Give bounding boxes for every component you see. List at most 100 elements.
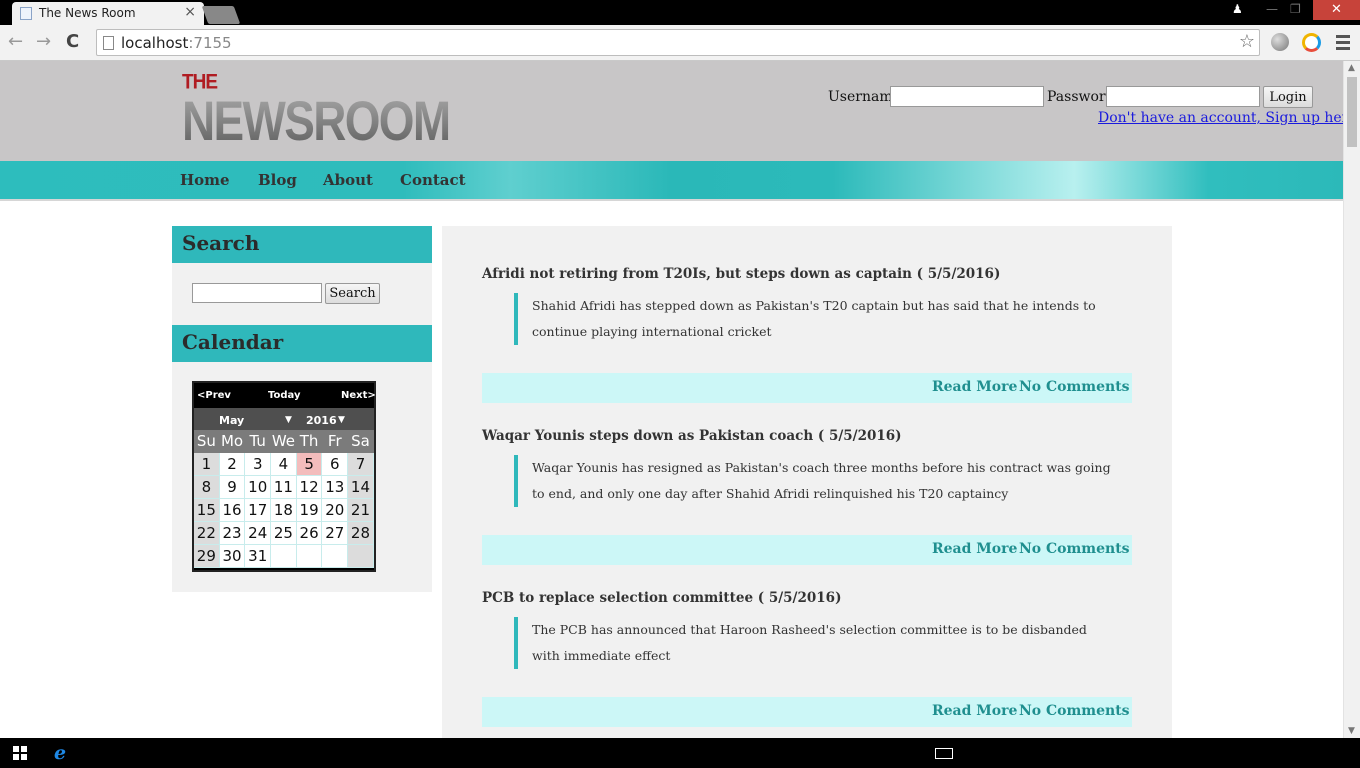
scroll-down-icon[interactable]: ▼: [1348, 726, 1355, 736]
read-more-link[interactable]: Read More: [932, 703, 1017, 719]
calendar-prev[interactable]: <Prev: [197, 390, 231, 401]
calendar-day[interactable]: 8: [194, 476, 220, 499]
site-logo[interactable]: THE NEWSROOM: [182, 72, 508, 150]
calendar-day[interactable]: 23: [219, 522, 246, 545]
bookmark-star-icon[interactable]: ☆: [1239, 31, 1255, 52]
password-input[interactable]: [1106, 86, 1260, 107]
calendar-day[interactable]: 21: [348, 499, 374, 522]
read-more-link[interactable]: Read More: [932, 379, 1017, 395]
year-select[interactable]: 2016: [306, 414, 337, 427]
calendar-day[interactable]: 3: [245, 453, 272, 476]
nav-contact[interactable]: Contact: [400, 171, 466, 189]
username-input[interactable]: [890, 86, 1044, 107]
extension-globe-icon[interactable]: [1271, 33, 1289, 51]
calendar-day[interactable]: 29: [194, 545, 220, 568]
calendar-empty-cell: [348, 545, 374, 568]
weekday-label: Fr: [322, 430, 349, 453]
articles-list: Afridi not retiring from T20Is, but step…: [442, 226, 1172, 738]
calendar-empty-cell: [296, 545, 323, 568]
extension-player-icon[interactable]: [1302, 33, 1321, 52]
windows-start-icon[interactable]: [13, 746, 27, 760]
calendar-week-row: 29 30 31: [194, 545, 374, 568]
article-title[interactable]: PCB to replace selection committee ( 5/5…: [482, 590, 841, 606]
calendar-day[interactable]: 6: [322, 453, 349, 476]
scroll-up-icon[interactable]: ▲: [1348, 63, 1355, 73]
calendar-next[interactable]: Next>: [341, 390, 376, 401]
password-label: Password: [1047, 89, 1115, 105]
read-more-link[interactable]: Read More: [932, 541, 1017, 557]
tab-close-icon[interactable]: ×: [184, 4, 196, 20]
calendar-day[interactable]: 25: [271, 522, 297, 545]
page-viewport: THE NEWSROOM Username Password Login Don…: [0, 61, 1343, 738]
article-title[interactable]: Waqar Younis steps down as Pakistan coac…: [482, 428, 902, 444]
tab-title: The News Room: [39, 6, 136, 20]
calendar-widget: <Prev Today Next> May ▼ 2016 ▼ Su Mo Tu We T…: [192, 381, 376, 572]
calendar-day[interactable]: 1: [194, 453, 220, 476]
weekday-label: Mo: [219, 430, 246, 453]
scroll-thumb[interactable]: [1347, 77, 1357, 147]
address-bar[interactable]: localhost:7155 ☆: [96, 29, 1260, 56]
close-window-button[interactable]: ✕: [1313, 0, 1360, 20]
forward-arrow-icon[interactable]: →: [36, 31, 51, 52]
calendar-day[interactable]: 4: [271, 453, 297, 476]
search-button[interactable]: Search: [325, 283, 380, 304]
signup-link[interactable]: Don't have an account, Sign up here!: [1098, 110, 1343, 126]
comments-link[interactable]: No Comments: [1019, 541, 1130, 557]
site-header: THE NEWSROOM Username Password Login Don…: [0, 61, 1343, 161]
new-tab-button[interactable]: [201, 6, 241, 24]
calendar-day[interactable]: 15: [194, 499, 220, 522]
calendar-day[interactable]: 28: [348, 522, 374, 545]
minimize-button[interactable]: —: [1266, 2, 1278, 16]
calendar-day[interactable]: 18: [271, 499, 297, 522]
page-icon: [103, 36, 114, 50]
internet-explorer-icon[interactable]: e: [54, 744, 66, 763]
calendar-day[interactable]: 17: [245, 499, 272, 522]
calendar-day[interactable]: 20: [322, 499, 349, 522]
calendar-day[interactable]: 9: [219, 476, 246, 499]
search-input[interactable]: [192, 283, 322, 303]
maximize-button[interactable]: ❐: [1290, 2, 1301, 16]
calendar-day[interactable]: 19: [296, 499, 323, 522]
weekday-label: Tu: [245, 430, 272, 453]
calendar-day[interactable]: 13: [322, 476, 349, 499]
nav-about[interactable]: About: [323, 171, 373, 189]
calendar-day[interactable]: 2: [219, 453, 246, 476]
page-scrollbar[interactable]: ▲ ▼: [1343, 61, 1360, 738]
calendar-empty-cell: [322, 545, 349, 568]
calendar-day[interactable]: 22: [194, 522, 220, 545]
article-title[interactable]: Afridi not retiring from T20Is, but step…: [482, 266, 1000, 282]
calendar-day[interactable]: 14: [348, 476, 374, 499]
calendar-day[interactable]: 31: [245, 545, 272, 568]
calendar-day[interactable]: 24: [245, 522, 272, 545]
user-profile-icon[interactable]: ♟: [1232, 2, 1243, 16]
year-dropdown-icon[interactable]: ▼: [338, 415, 345, 425]
month-dropdown-icon[interactable]: ▼: [285, 415, 292, 425]
calendar-week-row: 1234567: [194, 453, 374, 476]
calendar-day[interactable]: 26: [296, 522, 323, 545]
page-favicon-icon: [20, 7, 32, 20]
calendar-day[interactable]: 7: [348, 453, 374, 476]
calendar-day[interactable]: 27: [322, 522, 349, 545]
calendar-day[interactable]: 5: [296, 453, 323, 476]
comments-link[interactable]: No Comments: [1019, 703, 1130, 719]
nav-home[interactable]: Home: [180, 171, 230, 189]
calendar-day[interactable]: 16: [219, 499, 246, 522]
calendar-weekday-row: Su Mo Tu We Th Fr Sa: [194, 430, 374, 453]
back-arrow-icon[interactable]: ←: [8, 31, 23, 52]
calendar-heading-bar: Calendar: [172, 325, 432, 362]
calendar-today[interactable]: Today: [268, 390, 300, 401]
browser-menu-icon[interactable]: [1336, 35, 1350, 53]
calendar-day[interactable]: 11: [271, 476, 297, 499]
nav-blog[interactable]: Blog: [258, 171, 297, 189]
month-select[interactable]: May: [219, 414, 244, 427]
calendar-day[interactable]: 10: [245, 476, 272, 499]
login-button[interactable]: Login: [1263, 86, 1313, 108]
keyboard-icon[interactable]: [935, 748, 953, 759]
calendar-day[interactable]: 12: [296, 476, 323, 499]
calendar-day[interactable]: 30: [219, 545, 246, 568]
calendar-empty-cell: [271, 545, 297, 568]
browser-tab[interactable]: The News Room ×: [12, 2, 204, 25]
comments-link[interactable]: No Comments: [1019, 379, 1130, 395]
reload-icon[interactable]: C: [66, 31, 79, 52]
os-taskbar: e: [0, 738, 1360, 768]
